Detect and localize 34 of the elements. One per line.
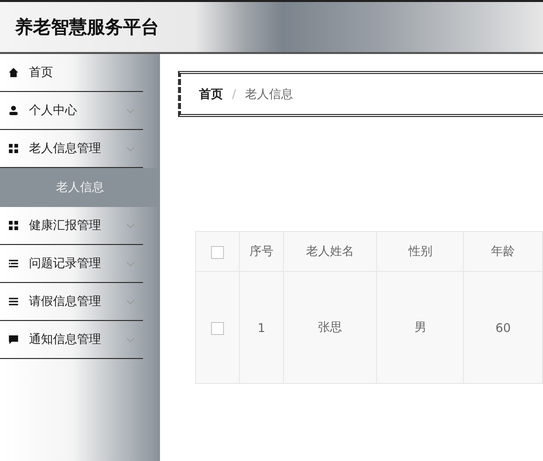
table-cell: 张思 <box>283 272 377 384</box>
app-title: 养老智慧服务平台 <box>15 16 159 39</box>
chat-icon <box>8 334 19 345</box>
breadcrumb-current: 老人信息 <box>245 86 294 102</box>
column-header: 老人姓名 <box>283 232 377 272</box>
grid-icon <box>8 220 19 231</box>
column-header: 性别 <box>376 232 464 272</box>
breadcrumb-separator: / <box>232 87 236 101</box>
menu-label: 健康汇报管理 <box>29 217 102 234</box>
menu-label: 通知信息管理 <box>29 331 102 348</box>
table-cell: 60 <box>464 272 542 384</box>
user-icon <box>8 105 19 116</box>
breadcrumb-link[interactable]: 首页 <box>199 86 223 102</box>
menu-label: 个人中心 <box>29 102 78 119</box>
grid-icon <box>8 143 19 154</box>
menu-label: 老人信息管理 <box>29 140 102 157</box>
menu-label: 问题记录管理 <box>29 255 102 272</box>
home-icon <box>8 67 19 78</box>
menu-item[interactable]: 健康汇报管理 <box>0 207 143 245</box>
checkbox[interactable] <box>211 322 224 335</box>
list-icon <box>8 296 19 307</box>
menu-item[interactable]: 首页 <box>0 54 143 92</box>
checkbox[interactable] <box>211 246 224 259</box>
menu-label: 首页 <box>29 64 54 81</box>
column-header: 序号 <box>240 232 284 272</box>
menu-label: 请假信息管理 <box>29 293 102 310</box>
menu-item[interactable]: 请假信息管理 <box>0 283 143 321</box>
menu-item[interactable]: 通知信息管理 <box>0 321 143 359</box>
list-icon <box>8 258 19 269</box>
table-cell: 1 <box>240 272 284 384</box>
column-header: 年龄 <box>464 232 542 272</box>
menu-item[interactable]: 问题记录管理 <box>0 245 143 283</box>
table-cell: 男 <box>376 272 464 384</box>
menu-item[interactable]: 个人中心 <box>0 92 143 130</box>
